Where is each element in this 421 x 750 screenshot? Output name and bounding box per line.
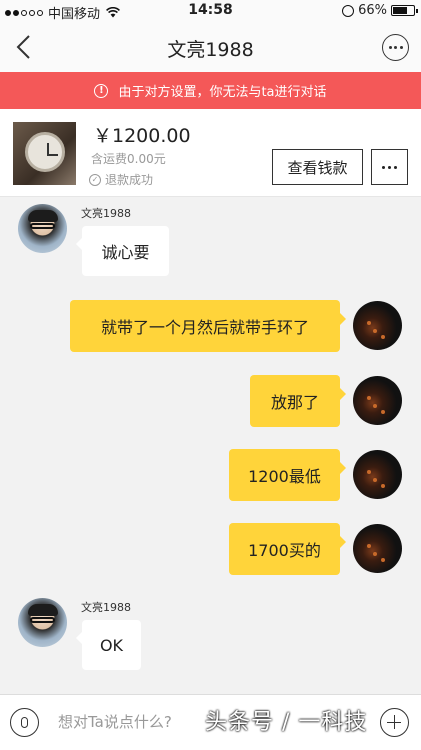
user-avatar[interactable] (353, 376, 402, 425)
more-options-icon[interactable] (382, 34, 409, 61)
view-payment-button[interactable]: 查看钱款 (272, 149, 363, 185)
order-status-text: 退款成功 (105, 173, 154, 187)
sender-name: 文亮1988 (81, 601, 131, 614)
message-bubble-sent[interactable]: 就带了一个月然后就带手环了 (70, 300, 346, 352)
info-icon: ! (94, 83, 109, 98)
battery-percent: 66% (358, 3, 387, 18)
shipping-fee: 含运费0.00元 (91, 152, 166, 166)
contact-avatar[interactable] (18, 204, 67, 253)
product-thumbnail[interactable] (13, 122, 76, 185)
user-avatar[interactable] (353, 450, 402, 499)
message-bubble-sent[interactable]: 1700买的 (229, 523, 346, 575)
page-title: 文亮1988 (167, 39, 254, 61)
sender-name: 文亮1988 (81, 207, 131, 220)
status-right: 66% (342, 3, 418, 18)
message-bubble-received[interactable]: OK (76, 620, 141, 670)
status-bar: 中国移动 14:58 66% (0, 0, 421, 22)
voice-input-icon[interactable] (10, 708, 39, 737)
message-bubble-received[interactable]: 诚心要 (76, 226, 169, 276)
product-card: ￥1200.00 含运费0.00元 ✓ 退款成功 查看钱款 (0, 109, 421, 197)
watch-image (25, 132, 65, 172)
banner-text: 由于对方设置，你无法与ta进行对话 (118, 85, 327, 100)
message-bubble-sent[interactable]: 放那了 (250, 375, 346, 427)
message-bubble-sent[interactable]: 1200最低 (229, 449, 346, 501)
add-attachment-icon[interactable] (380, 708, 409, 737)
contact-avatar[interactable] (18, 598, 67, 647)
product-price: ￥1200.00 (93, 125, 191, 147)
blocked-warning-banner: ! 由于对方设置，你无法与ta进行对话 (0, 72, 421, 109)
user-avatar[interactable] (353, 524, 402, 573)
nav-bar: 文亮1988 (0, 22, 421, 72)
check-circle-icon: ✓ (89, 173, 101, 186)
product-more-button[interactable] (371, 149, 408, 185)
order-status: ✓ 退款成功 (89, 171, 153, 188)
watermark: 头条号 / 一科技 (205, 710, 368, 735)
user-avatar[interactable] (353, 301, 402, 350)
rotation-lock-icon (342, 4, 355, 17)
battery-icon (391, 5, 418, 16)
